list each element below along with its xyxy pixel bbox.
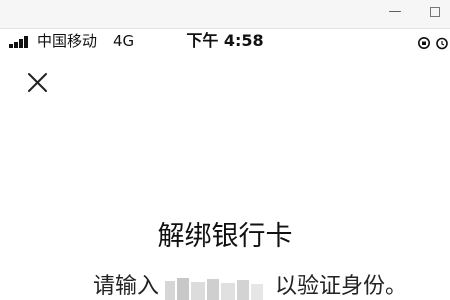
maximize-button[interactable]: [424, 2, 446, 22]
prompt-prefix: 请输入: [93, 274, 160, 299]
alarm-icon: [436, 37, 448, 50]
window-chrome: —: [0, 0, 450, 29]
status-time: 下午 4:58: [186, 31, 264, 50]
maximize-icon: [430, 7, 440, 17]
minimize-button[interactable]: —: [384, 2, 406, 22]
app-window: — 中国移动 4G 下午 4:58 解绑银行卡 请输入 以验证身份。: [0, 0, 450, 300]
redacted-text: [165, 278, 263, 300]
status-bar: 中国移动 4G 下午 4:58: [0, 28, 450, 54]
status-icons: [418, 37, 448, 50]
close-icon[interactable]: [22, 68, 52, 98]
verification-prompt: 请输入 以验证身份。: [0, 272, 450, 300]
page-title: 解绑银行卡: [157, 221, 293, 252]
prompt-suffix: 以验证身份。: [275, 274, 408, 299]
orientation-lock-icon: [418, 37, 430, 49]
